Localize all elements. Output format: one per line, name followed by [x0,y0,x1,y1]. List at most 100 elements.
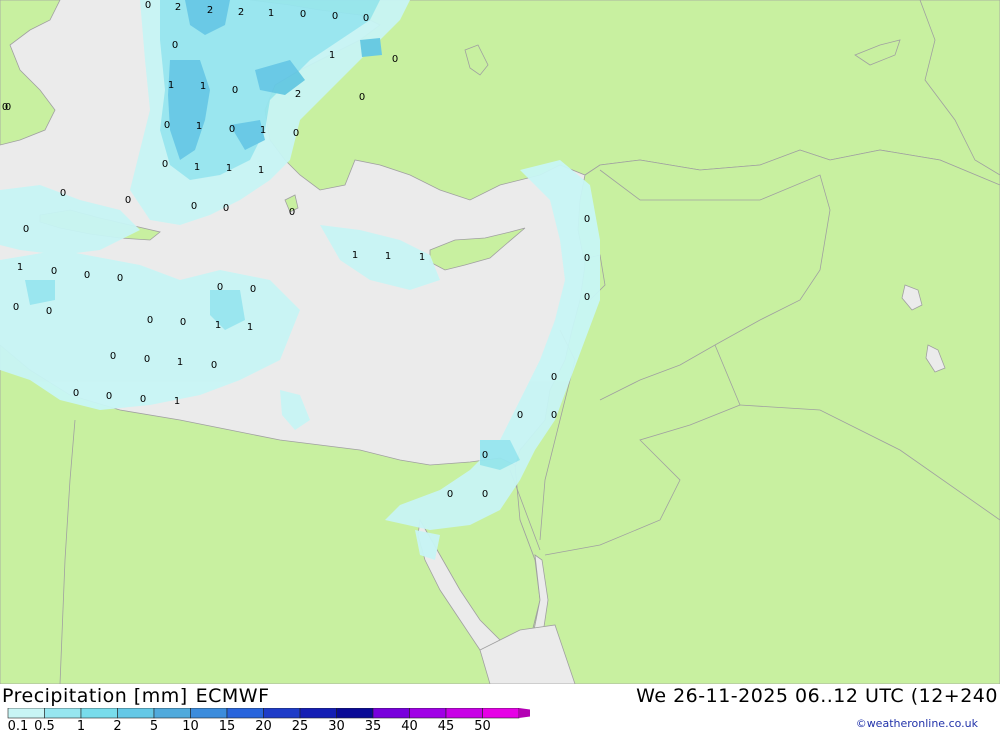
point-value-label: 2 [207,5,213,16]
legend-swatch [153,708,191,719]
point-value-label: 0 [84,270,90,281]
point-value-label: 0 [300,9,306,20]
legend-label: 50 [474,719,491,733]
point-value-label: 1 [260,125,266,136]
point-value-label: 1 [419,252,425,263]
legend-label: 0.1 [8,719,29,733]
point-value-label: 0 [180,317,186,328]
point-value-label: 0 [584,253,590,264]
point-value-label: 0 [250,284,256,295]
legend-arrow [519,708,530,718]
point-value-label: 0 [2,102,8,113]
legend-label: 35 [365,719,382,733]
point-value-label: 0 [482,489,488,500]
point-value-label: 1 [258,165,264,176]
point-value-label: 0 [172,40,178,51]
point-value-label: 0 [106,391,112,402]
legend-swatch [372,708,410,719]
point-value-label: 1 [17,262,23,273]
legend-label: 1 [77,719,85,733]
legend-swatch [263,708,301,719]
point-value-label: 0 [147,315,153,326]
legend-swatch [80,708,118,719]
point-value-label: 0 [144,354,150,365]
legend-swatch [44,708,82,719]
legend-swatch [190,708,228,719]
parameter-title: Precipitation [mm] [2,685,188,707]
point-value-label: 0 [447,489,453,500]
point-value-label: 1 [194,162,200,173]
legend-swatch [409,708,447,719]
point-value-label: 0 [551,372,557,383]
point-value-label: 1 [174,396,180,407]
point-value-label: 1 [385,251,391,262]
point-value-label: 0 [551,410,557,421]
point-value-label: 0 [60,188,66,199]
point-value-label: 0 [211,360,217,371]
valid-time: We 26-11-2025 06..12 UTC (12+240 [636,685,998,707]
legend-swatch [299,708,337,719]
point-value-label: 0 [229,124,235,135]
point-value-label: 0 [23,224,29,235]
map-footer: Precipitation [mm] ECMWF We 26-11-2025 06… [0,684,1000,733]
legend-swatch [445,708,483,719]
point-value-label: 0 [517,410,523,421]
point-value-label: 0 [162,159,168,170]
point-value-label: 0 [140,394,146,405]
point-value-label: 0 [289,207,295,218]
map-canvas: 0 2 2 2 1 0 0 0 0 1 0 1 1 0 2 0 0 0 1 0 1 0 0 1 1 1 0 0 0 0 0 0 1 0 0 0 0 0 0 0… [0,0,1000,684]
point-value-label: 0 [46,306,52,317]
point-value-label: 1 [196,121,202,132]
point-value-label: 0 [117,273,123,284]
legend-label: 5 [150,719,158,733]
point-value-label: 1 [329,50,335,61]
legend-label: 40 [401,719,418,733]
point-value-label: 1 [215,320,221,331]
point-value-label: 1 [268,8,274,19]
point-value-label: 0 [145,0,151,11]
legend-label: 2 [113,719,121,733]
legend-swatch [7,708,45,719]
point-value-label: 1 [352,250,358,261]
point-value-label: 0 [293,128,299,139]
point-value-label: 0 [73,388,79,399]
point-value-label: 0 [13,302,19,313]
model-name: ECMWF [195,685,270,707]
point-value-label: 0 [584,292,590,303]
point-value-label: 0 [217,282,223,293]
point-value-label: 0 [584,214,590,225]
legend-swatch [117,708,155,719]
point-value-label: 2 [238,7,244,18]
point-value-label: 0 [110,351,116,362]
point-value-label: 2 [295,89,301,100]
point-value-label: 2 [175,2,181,13]
legend-label: 45 [438,719,455,733]
legend-label: 25 [292,719,309,733]
legend-label: 0.5 [34,719,55,733]
map-title: Precipitation [mm] ECMWF [2,685,278,707]
point-value-label: 0 [363,13,369,24]
color-legend: 0.1 0.5 1 2 5 10 15 20 25 30 35 40 45 50 [7,708,530,733]
credit-link[interactable]: ©weatheronline.co.uk [856,717,978,730]
point-value-label: 0 [125,195,131,206]
point-value-label: 0 [359,92,365,103]
point-value-label: 1 [168,80,174,91]
legend-label: 20 [255,719,272,733]
point-value-label: 1 [226,163,232,174]
point-value-label: 1 [177,357,183,368]
point-value-label: 0 [482,450,488,461]
legend-swatch [482,708,520,719]
point-value-label: 0 [51,266,57,277]
point-value-label: 0 [191,201,197,212]
legend-label: 30 [328,719,345,733]
point-value-label: 0 [223,203,229,214]
point-value-label: 1 [200,81,206,92]
legend-label: 10 [182,719,199,733]
point-value-label: 0 [332,11,338,22]
legend-swatch [226,708,264,719]
precipitation-map: 0 2 2 2 1 0 0 0 0 1 0 1 1 0 2 0 0 0 1 0 1 0 0 1 1 1 0 0 0 0 0 0 1 0 0 0 0 0 0 0… [0,0,1000,684]
precip-aegean-heavy-5 [360,38,382,57]
point-value-label: 0 [164,120,170,131]
legend-swatch [336,708,374,719]
legend-label: 15 [219,719,236,733]
